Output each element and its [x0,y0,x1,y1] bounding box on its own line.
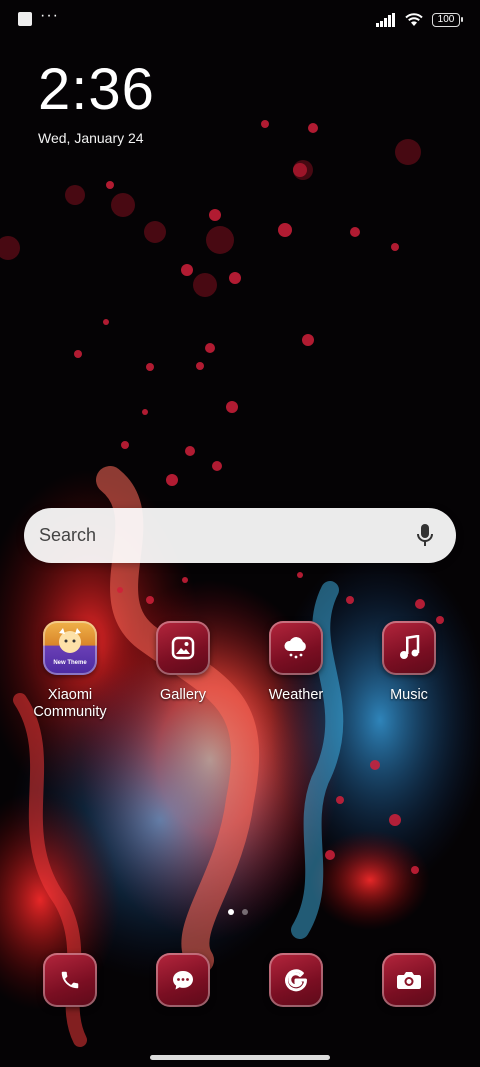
app-label-music: Music [390,687,428,703]
app-music[interactable]: Music [359,621,459,704]
clock-date: Wed, January 24 [38,130,144,146]
xiaomi-community-icon: New Theme [43,621,97,675]
app-weather[interactable]: Weather [246,621,346,704]
music-icon [382,621,436,675]
battery-icon: 100 [432,13,463,27]
battery-level: 100 [437,14,455,25]
clock-widget[interactable]: 2:36 Wed, January 24 [38,57,155,147]
app-label-xiaomi-community: Xiaomi Community [33,687,107,720]
xiaomi-icon-text: New Theme [53,660,87,666]
app-label-gallery: Gallery [160,687,206,703]
gallery-icon [156,621,210,675]
camera-icon [382,953,436,1007]
notification-square-icon [18,12,32,26]
page-indicator[interactable] [228,909,248,915]
dock-camera[interactable] [359,953,459,1007]
dock-phone[interactable] [20,953,120,1007]
clock-time: 2:36 [38,57,155,122]
messages-icon [156,953,210,1007]
dock-messages[interactable] [133,953,233,1007]
more-dots-icon: ··· [40,7,59,24]
search-bar[interactable]: Search [24,508,456,563]
phone-icon [43,953,97,1007]
search-input[interactable]: Search [39,525,410,546]
app-label-weather: Weather [268,687,324,703]
page-dot-active [228,909,234,915]
page-dot [242,909,248,915]
wifi-icon [405,13,423,26]
weather-icon [269,621,323,675]
microphone-icon[interactable] [410,521,440,551]
status-bar: ··· 100 [0,0,480,40]
google-icon [269,953,323,1007]
app-xiaomi-community[interactable]: New Theme Xiaomi Community [20,621,120,721]
dock-google[interactable] [246,953,346,1007]
signal-icon [376,13,395,27]
home-gesture-bar[interactable] [150,1055,330,1060]
app-gallery[interactable]: Gallery [133,621,233,704]
